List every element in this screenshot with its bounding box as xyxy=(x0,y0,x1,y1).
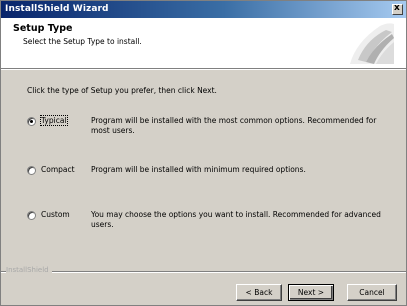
wizard-banner-icon xyxy=(350,23,394,64)
typical-description: Program will be installed with the most … xyxy=(91,116,377,135)
cancel-button[interactable]: Cancel xyxy=(347,284,397,301)
compact-label[interactable]: Compact xyxy=(41,165,75,174)
typical-radio[interactable] xyxy=(27,117,36,126)
compact-radio[interactable] xyxy=(27,166,36,175)
close-icon: x xyxy=(394,3,400,13)
back-button[interactable]: < Back xyxy=(236,284,282,301)
instruction-text: Click the type of Setup you prefer, then… xyxy=(27,86,217,95)
close-button[interactable]: x xyxy=(392,3,403,15)
footer-divider xyxy=(1,271,406,273)
window-title: InstallShield Wizard xyxy=(5,4,109,14)
page-title: Setup Type xyxy=(13,23,73,34)
typical-label[interactable]: Typical xyxy=(40,115,68,126)
title-bar[interactable]: InstallShield Wizard x xyxy=(1,1,406,18)
installshield-window: InstallShield Wizard x Setup Type Select… xyxy=(0,0,407,306)
wizard-header: Setup Type Select the Setup Type to inst… xyxy=(1,18,406,68)
next-button[interactable]: Next > xyxy=(288,284,334,301)
header-divider xyxy=(1,68,406,70)
custom-description: You may choose the options you want to i… xyxy=(91,210,381,229)
page-subtitle: Select the Setup Type to install. xyxy=(23,37,142,46)
custom-radio[interactable] xyxy=(27,211,36,220)
custom-label[interactable]: Custom xyxy=(41,210,70,219)
compact-description: Program will be installed with minimum r… xyxy=(91,165,306,174)
installshield-brand: InstallShield xyxy=(6,266,52,274)
